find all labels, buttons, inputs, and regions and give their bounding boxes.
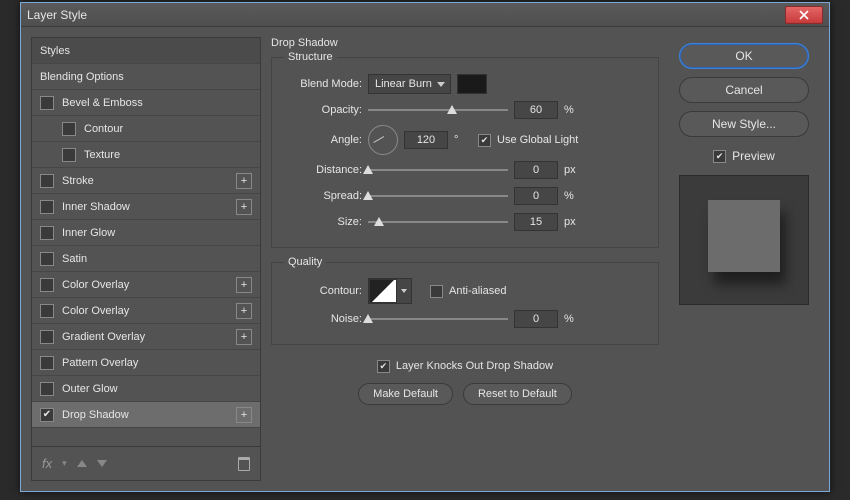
add-effect-icon[interactable]: +	[236, 407, 252, 423]
opacity-input[interactable]: 60	[514, 101, 558, 119]
checkbox-icon[interactable]	[40, 174, 54, 188]
checkbox-icon[interactable]	[62, 148, 76, 162]
style-pattern-overlay[interactable]: Pattern Overlay	[32, 350, 260, 376]
add-effect-icon[interactable]: +	[236, 277, 252, 293]
style-contour[interactable]: Contour	[32, 116, 260, 142]
knockout-checkbox[interactable]	[377, 360, 390, 373]
ok-button[interactable]: OK	[679, 43, 809, 69]
chevron-down-icon	[397, 279, 411, 303]
distance-slider[interactable]	[368, 162, 508, 178]
angle-input[interactable]: 120	[404, 131, 448, 149]
contour-swatch-icon	[369, 279, 397, 303]
antialiased-label: Anti-aliased	[449, 285, 506, 297]
make-default-button[interactable]: Make Default	[358, 383, 453, 405]
preview-thumbnail	[679, 175, 809, 305]
structure-group: Structure Blend Mode: Linear Burn Opacit…	[271, 51, 659, 248]
contour-label: Contour:	[284, 285, 362, 297]
close-icon	[799, 10, 809, 20]
layer-style-dialog: Layer Style Styles Blending Options Beve…	[20, 2, 830, 492]
knockout-label: Layer Knocks Out Drop Shadow	[396, 360, 553, 372]
move-down-icon[interactable]	[97, 460, 107, 467]
cancel-button[interactable]: Cancel	[679, 77, 809, 103]
checkbox-icon[interactable]	[40, 200, 54, 214]
checkbox-icon[interactable]	[40, 408, 54, 422]
new-style-button[interactable]: New Style...	[679, 111, 809, 137]
preview-label: Preview	[732, 149, 775, 163]
styles-panel: Styles Blending Options Bevel & Emboss C…	[31, 37, 261, 481]
move-up-icon[interactable]	[77, 460, 87, 467]
size-slider[interactable]	[368, 214, 508, 230]
settings-panel: Drop Shadow Structure Blend Mode: Linear…	[271, 37, 659, 481]
style-blending-options[interactable]: Blending Options	[32, 64, 260, 90]
style-inner-shadow[interactable]: Inner Shadow+	[32, 194, 260, 220]
angle-label: Angle:	[284, 134, 362, 146]
right-panel: OK Cancel New Style... Preview	[669, 37, 819, 481]
dialog-title: Layer Style	[27, 8, 785, 22]
blend-mode-dropdown[interactable]: Linear Burn	[368, 74, 451, 94]
preview-square-icon	[708, 200, 780, 272]
style-drop-shadow[interactable]: Drop Shadow+	[32, 402, 260, 428]
blend-mode-label: Blend Mode:	[284, 78, 362, 90]
titlebar[interactable]: Layer Style	[21, 3, 829, 27]
styles-list: Styles Blending Options Bevel & Emboss C…	[32, 38, 260, 446]
fx-caret-icon: ▾	[62, 458, 67, 469]
global-light-label: Use Global Light	[497, 134, 578, 146]
noise-label: Noise:	[284, 313, 362, 325]
add-effect-icon[interactable]: +	[236, 199, 252, 215]
opacity-label: Opacity:	[284, 104, 362, 116]
antialiased-checkbox[interactable]	[430, 285, 443, 298]
style-satin[interactable]: Satin	[32, 246, 260, 272]
add-effect-icon[interactable]: +	[236, 329, 252, 345]
panel-title: Drop Shadow	[271, 37, 659, 49]
noise-input[interactable]: 0	[514, 310, 558, 328]
spread-label: Spread:	[284, 190, 362, 202]
contour-picker[interactable]	[368, 278, 412, 304]
checkbox-icon[interactable]	[40, 356, 54, 370]
reset-default-button[interactable]: Reset to Default	[463, 383, 572, 405]
opacity-slider[interactable]	[368, 102, 508, 118]
global-light-checkbox[interactable]	[478, 134, 491, 147]
trash-icon[interactable]	[238, 457, 250, 471]
preview-checkbox[interactable]	[713, 150, 726, 163]
checkbox-icon[interactable]	[40, 252, 54, 266]
fx-menu-button[interactable]: fx	[42, 456, 52, 471]
shadow-color-swatch[interactable]	[457, 74, 487, 94]
styles-header[interactable]: Styles	[32, 38, 260, 64]
checkbox-icon[interactable]	[40, 96, 54, 110]
style-color-overlay-2[interactable]: Color Overlay+	[32, 298, 260, 324]
distance-label: Distance:	[284, 164, 362, 176]
distance-input[interactable]: 0	[514, 161, 558, 179]
checkbox-icon[interactable]	[40, 278, 54, 292]
style-gradient-overlay[interactable]: Gradient Overlay+	[32, 324, 260, 350]
angle-dial[interactable]	[368, 125, 398, 155]
close-button[interactable]	[785, 6, 823, 24]
noise-slider[interactable]	[368, 311, 508, 327]
checkbox-icon[interactable]	[40, 330, 54, 344]
spread-slider[interactable]	[368, 188, 508, 204]
style-bevel-emboss[interactable]: Bevel & Emboss	[32, 90, 260, 116]
add-effect-icon[interactable]: +	[236, 303, 252, 319]
checkbox-icon[interactable]	[40, 382, 54, 396]
style-inner-glow[interactable]: Inner Glow	[32, 220, 260, 246]
size-input[interactable]: 15	[514, 213, 558, 231]
checkbox-icon[interactable]	[40, 304, 54, 318]
checkbox-icon[interactable]	[40, 226, 54, 240]
style-texture[interactable]: Texture	[32, 142, 260, 168]
style-stroke[interactable]: Stroke+	[32, 168, 260, 194]
style-color-overlay[interactable]: Color Overlay+	[32, 272, 260, 298]
styles-footer: fx ▾	[32, 446, 260, 480]
spread-input[interactable]: 0	[514, 187, 558, 205]
quality-group: Quality Contour: Anti-aliased Noise: 0 %	[271, 256, 659, 345]
checkbox-icon[interactable]	[62, 122, 76, 136]
style-outer-glow[interactable]: Outer Glow	[32, 376, 260, 402]
add-effect-icon[interactable]: +	[236, 173, 252, 189]
size-label: Size:	[284, 216, 362, 228]
